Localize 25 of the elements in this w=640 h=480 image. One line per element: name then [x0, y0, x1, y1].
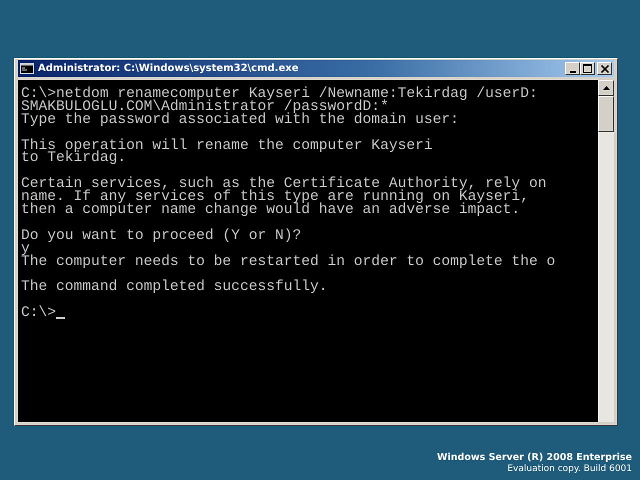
console-line: to Tekirdag. — [21, 152, 126, 166]
scrollbar-thumb[interactable] — [598, 96, 614, 132]
product-name: Windows Server (R) 2008 Enterprise — [437, 452, 632, 463]
text-cursor — [56, 317, 66, 320]
console-line: y — [21, 242, 30, 256]
console-line: then a computer name change would have an adverse impact. — [21, 204, 520, 217]
scroll-up-button[interactable] — [598, 80, 614, 96]
up-arrow-icon — [602, 86, 610, 90]
build-info: Evaluation copy. Build 6001 — [507, 464, 632, 474]
close-button[interactable] — [597, 62, 612, 75]
console-line: This operation will rename the computer Kayseri — [21, 140, 433, 152]
console-line: C:\>netdom renamecomputer Kayseri /Newname:Tekirdag /userD: — [21, 88, 538, 101]
console-line: Type the password associated with the domain user: — [21, 114, 459, 127]
minimize-icon — [570, 70, 576, 72]
console-line: The computer needs to be restarted in order to complete the o — [21, 256, 556, 268]
console-icon — [20, 63, 34, 74]
console-line: The command completed successfully. — [21, 281, 328, 294]
minimize-button[interactable] — [565, 62, 580, 75]
console-line: Do you want to proceed (Y or N)? — [21, 230, 302, 243]
maximize-icon — [583, 64, 592, 73]
maximize-button[interactable] — [580, 62, 595, 75]
vertical-scrollbar[interactable] — [598, 80, 614, 422]
console-line: C:\> — [21, 307, 56, 320]
close-icon — [600, 64, 608, 72]
window-title: Administrator: C:\Windows\system32\cmd.exe — [38, 63, 298, 74]
